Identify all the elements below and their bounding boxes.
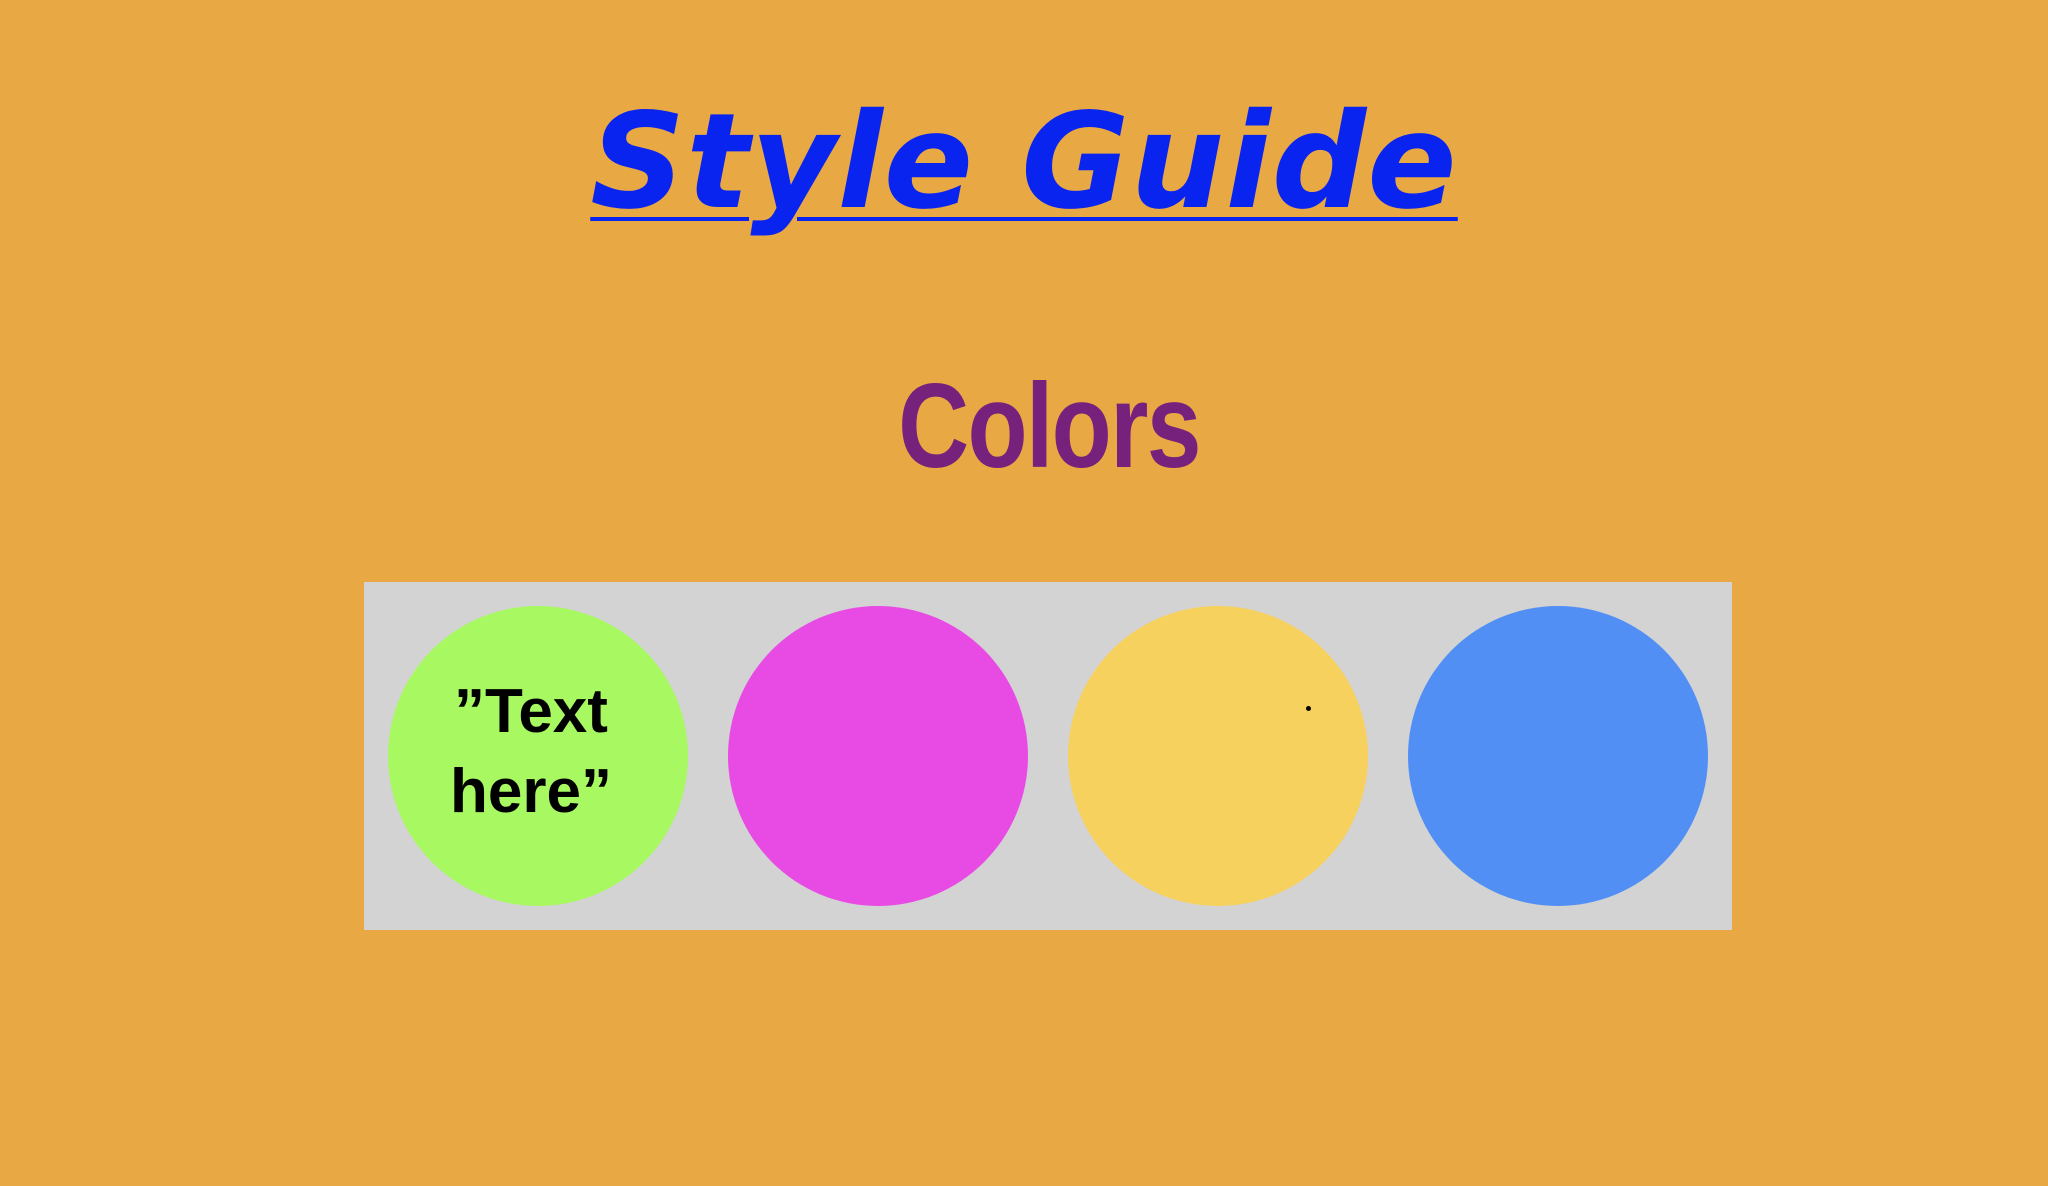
color-swatch-green: ”Text here”	[388, 606, 688, 906]
section-heading-colors: Colors	[898, 359, 1201, 493]
page-title: Style Guide	[590, 85, 1458, 239]
color-swatch-pink	[728, 606, 1028, 906]
color-swatch-panel: ”Text here”	[364, 582, 1732, 930]
color-swatch-blue	[1408, 606, 1708, 906]
title-container: Style Guide	[0, 96, 2048, 228]
cursor-dot	[1306, 706, 1311, 711]
color-swatch-yellow	[1068, 606, 1368, 906]
swatch-label: ”Text here”	[450, 677, 612, 826]
